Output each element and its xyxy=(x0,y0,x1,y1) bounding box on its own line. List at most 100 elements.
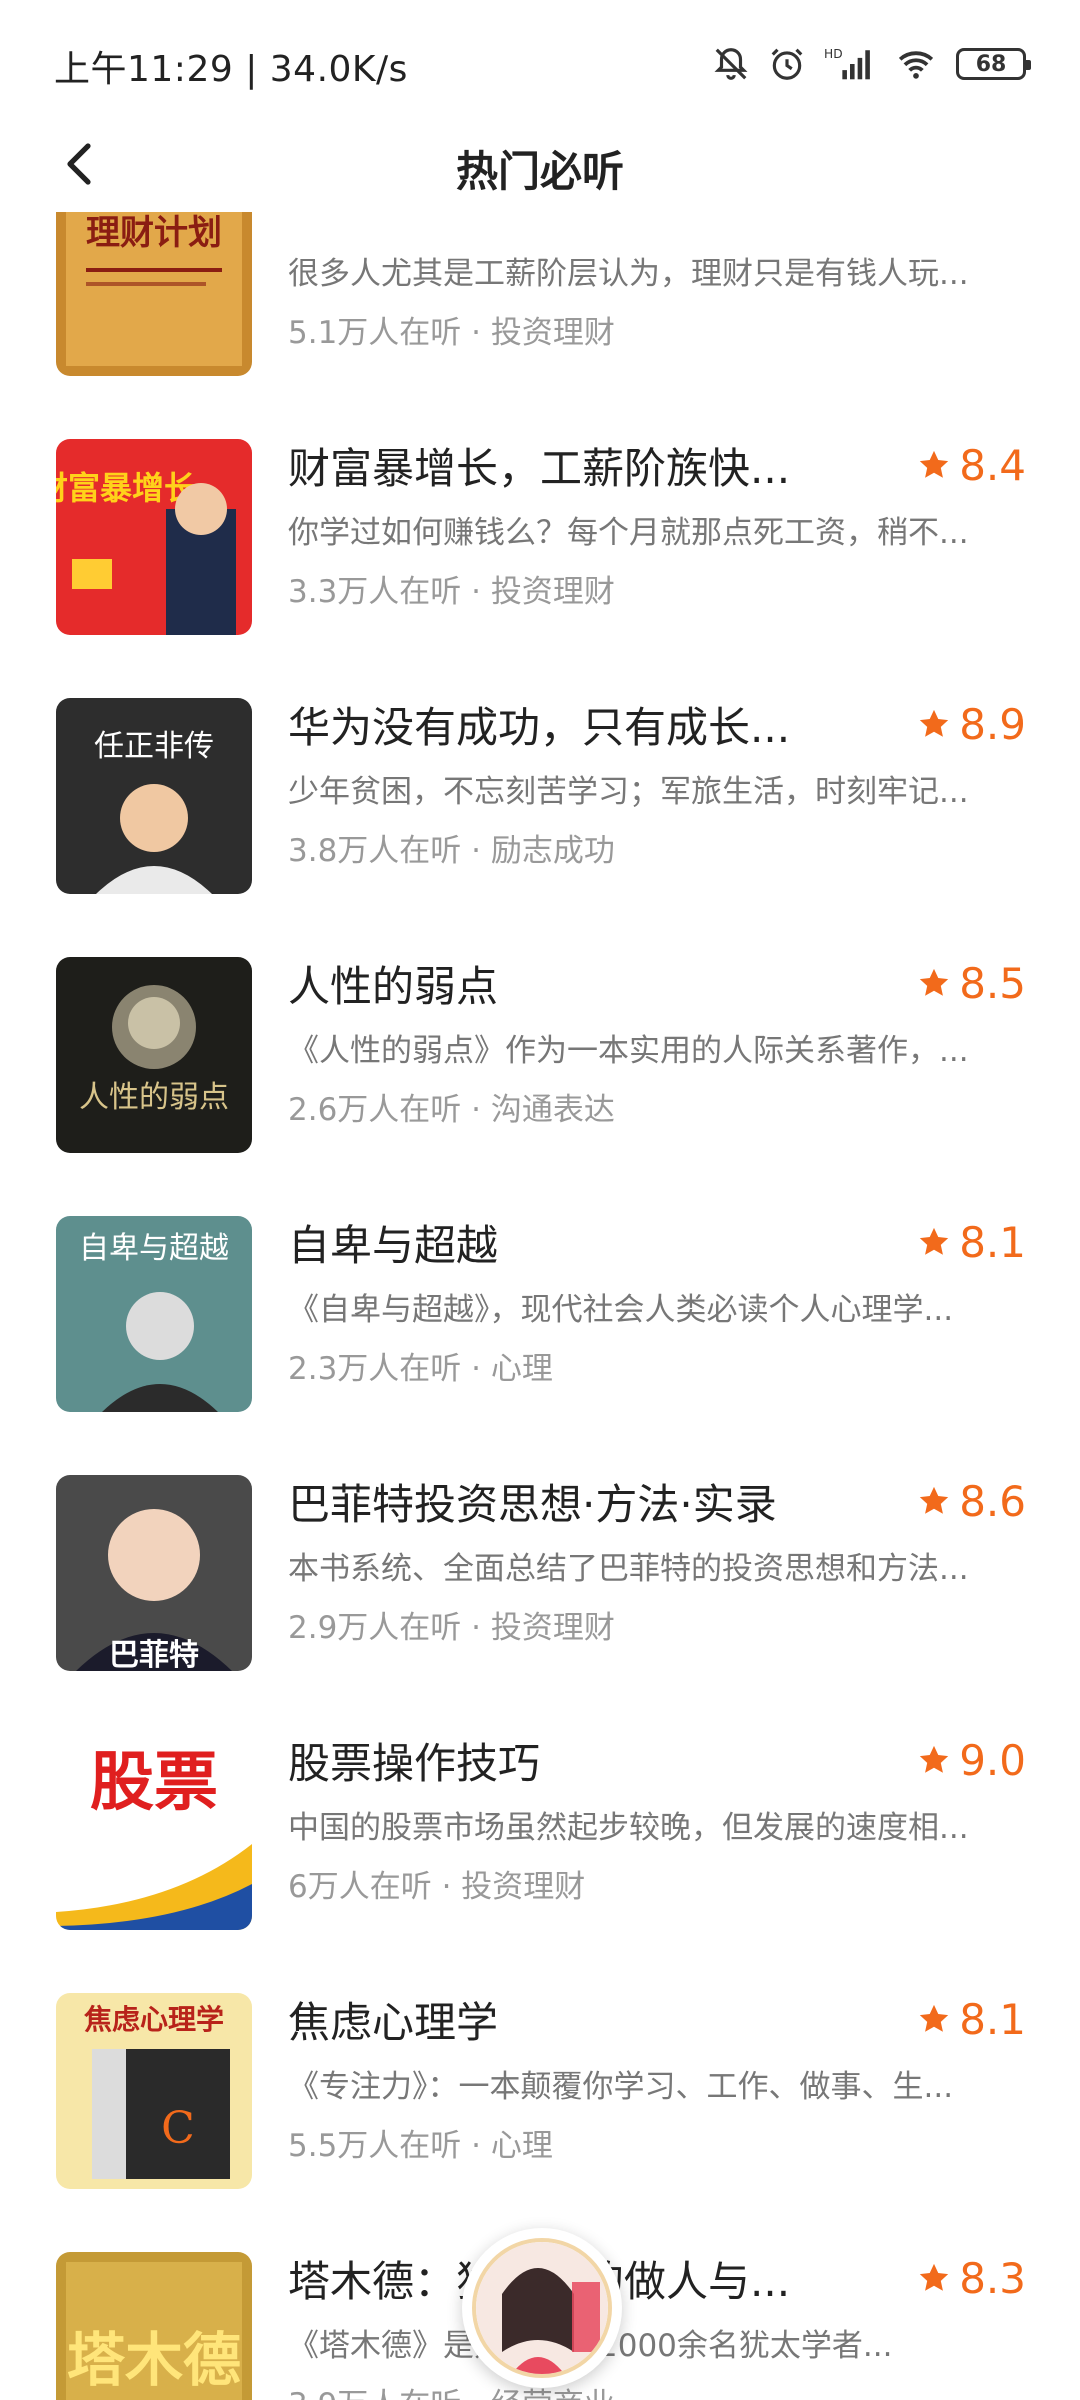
star-icon xyxy=(920,1486,949,1514)
rating-value: 8.1 xyxy=(959,1217,1026,1267)
list-item[interactable]: 理财计划 很多人尤其是工薪阶层认为，理财只是有钱人玩... 5.1万人在听 · … xyxy=(0,212,1080,419)
book-title: 焦虑心理学 xyxy=(288,1997,499,2047)
listener-count: 2.9万人在听 xyxy=(288,1610,462,1646)
book-desc: 本书系统、全面总结了巴菲特的投资思想和方法... xyxy=(288,1551,969,1587)
rating: 8.1 xyxy=(917,1218,1026,1267)
category: 投资理财 xyxy=(490,574,615,610)
book-meta: 3.3万人在听 · 投资理财 xyxy=(288,566,1026,611)
hd-signal-icon: HD xyxy=(824,45,876,83)
star-icon xyxy=(920,1227,949,1255)
star-icon xyxy=(920,450,949,478)
book-cover: 巴菲特 xyxy=(56,1475,252,1671)
rating-value: 9.0 xyxy=(959,1735,1026,1785)
list-item[interactable]: 焦虑心理学 C 焦虑心理学 8.1 《专注力》：一本颠覆你学习、工作、做事、生..… xyxy=(0,1973,1080,2232)
listener-count: 2.3万人在听 xyxy=(288,1351,462,1387)
listener-count: 5.5万人在听 xyxy=(288,2128,462,2164)
category: 经营商业 xyxy=(491,2387,615,2400)
book-title: 自卑与超越 xyxy=(288,1220,499,1270)
meta-separator: · xyxy=(461,1351,491,1387)
list-item[interactable]: 财富暴增长 财富暴增长，工薪阶族快... 8.4 你学过如何赚钱么？每个月就那点… xyxy=(0,419,1080,678)
book-desc: 《自卑与超越》，现代社会人类必读个人心理学... xyxy=(288,1292,954,1328)
category: 心理 xyxy=(490,2128,553,2164)
book-meta: 3.8万人在听 · 励志成功 xyxy=(288,825,1026,870)
book-desc: 《专注力》：一本颠覆你学习、工作、做事、生... xyxy=(288,2069,954,2105)
book-cover: 焦虑心理学 C xyxy=(56,1993,252,2189)
book-title: 华为没有成功，只有成长... xyxy=(288,702,791,752)
cover-title: 焦虑心理学 xyxy=(84,2003,224,2036)
list-item[interactable]: 股票 股票操作技巧 9.0 中国的股票市场虽然起步较晚，但发展的速度相... 6… xyxy=(0,1714,1080,1973)
svg-text:HD: HD xyxy=(824,47,843,61)
book-title: 巴菲特投资思想·方法·实录 xyxy=(288,1479,777,1529)
book-cover: 人性的弱点 xyxy=(56,957,252,1153)
listener-count: 3.9万人在听 xyxy=(288,2387,461,2400)
rating-value: 8.6 xyxy=(959,1476,1026,1526)
rating: 8.9 xyxy=(917,700,1026,749)
book-cover: 塔木德 xyxy=(56,2252,252,2400)
book-meta: 5.1万人在听 · 投资理财 xyxy=(288,307,1026,352)
category: 沟通表达 xyxy=(490,1092,615,1128)
list-item[interactable]: 人性的弱点 人性的弱点 8.5 《人性的弱点》作为一本实用的人际关系著作，...… xyxy=(0,937,1080,1196)
category: 心理 xyxy=(490,1351,553,1387)
meta-separator: · xyxy=(461,1610,491,1646)
page-title: 热门必听 xyxy=(455,147,624,196)
category: 投资理财 xyxy=(490,1610,615,1646)
book-cover: 股票 xyxy=(56,1734,252,1930)
book-meta: 5.5万人在听 · 心理 xyxy=(288,2120,1026,2165)
rating: 8.1 xyxy=(917,1995,1026,2044)
book-meta: 2.6万人在听 · 沟通表达 xyxy=(288,1084,1026,1129)
cover-title: 财富暴增长 xyxy=(56,469,196,507)
book-desc: 《塔木德》是几千年来2000余名犹太学者... xyxy=(288,2320,1026,2365)
meta-separator: · xyxy=(461,2387,491,2400)
book-meta: 2.3万人在听 · 心理 xyxy=(288,1343,1026,1388)
star-icon xyxy=(920,2004,949,2032)
listener-count: 3.8万人在听 xyxy=(288,833,462,869)
list-item[interactable]: 巴菲特 巴菲特投资思想·方法·实录 8.6 本书系统、全面总结了巴菲特的投资思想… xyxy=(0,1455,1080,1714)
book-desc: 《人性的弱点》作为一本实用的人际关系著作，... xyxy=(288,1033,969,1069)
meta-separator: · xyxy=(461,574,491,610)
star-icon xyxy=(920,1745,949,1773)
category: 励志成功 xyxy=(490,833,615,869)
rating: 8.4 xyxy=(917,441,1026,490)
listener-count: 2.6万人在听 xyxy=(288,1092,462,1128)
listener-count: 5.1万人在听 xyxy=(288,315,462,351)
star-icon xyxy=(920,709,949,737)
rating-value: 8.4 xyxy=(959,440,1026,490)
book-list[interactable]: 理财计划 很多人尤其是工薪阶层认为，理财只是有钱人玩... 5.1万人在听 · … xyxy=(0,212,1080,2400)
book-cover: 理财计划 xyxy=(56,212,252,376)
floating-player-button[interactable] xyxy=(462,2228,622,2388)
cover-title: 理财计划 xyxy=(86,213,222,253)
meta-separator: · xyxy=(461,1092,491,1128)
rating: 8.5 xyxy=(917,959,1026,1008)
header: 热门必听 xyxy=(0,120,1080,210)
cover-title: 塔木德 xyxy=(67,2326,241,2394)
book-title: 股票操作技巧 xyxy=(288,1738,541,1788)
book-meta: 3.9万人在听 · 经营商业 xyxy=(288,2379,1026,2400)
cover-title: 自卑与超越 xyxy=(79,1231,229,1266)
book-title: 人性的弱点 xyxy=(288,961,499,1011)
category: 投资理财 xyxy=(461,1869,586,1905)
book-desc: 很多人尤其是工薪阶层认为，理财只是有钱人玩... xyxy=(288,256,969,292)
category: 投资理财 xyxy=(490,315,615,351)
listener-count: 6万人在听 xyxy=(288,1869,432,1905)
cover-title: 任正非传 xyxy=(94,729,214,764)
rating-value: 8.9 xyxy=(959,699,1026,749)
status-bar: 上午11:29 | 34.0K/s HD 68 xyxy=(0,0,1080,120)
cover-title: 巴菲特 xyxy=(109,1638,199,1671)
cover-title: 股票 xyxy=(90,1746,218,1820)
rating-value: 8.1 xyxy=(959,1994,1026,2044)
status-time: 上午11:29 | 34.0K/s xyxy=(54,49,408,90)
list-item[interactable]: 任正非传 华为没有成功，只有成长... 8.9 少年贫困，不忘刻苦学习；军旅生活… xyxy=(0,678,1080,937)
meta-separator: · xyxy=(461,2128,491,2164)
listener-count: 3.3万人在听 xyxy=(288,574,462,610)
list-item[interactable]: 自卑与超越 自卑与超越 8.1 《自卑与超越》，现代社会人类必读个人心理学...… xyxy=(0,1196,1080,1455)
rating: 9.0 xyxy=(917,1736,1026,1785)
meta-separator: · xyxy=(431,1869,462,1905)
meta-separator: · xyxy=(461,833,491,869)
book-cover: 任正非传 xyxy=(56,698,252,894)
book-title: 财富暴增长，工薪阶族快... xyxy=(288,443,791,493)
rating-value: 8.5 xyxy=(959,958,1026,1008)
wifi-icon xyxy=(894,45,938,83)
rating: 8.6 xyxy=(917,1477,1026,1526)
mute-bell-icon xyxy=(712,45,750,83)
book-meta: 2.9万人在听 · 投资理财 xyxy=(288,1602,1026,1647)
